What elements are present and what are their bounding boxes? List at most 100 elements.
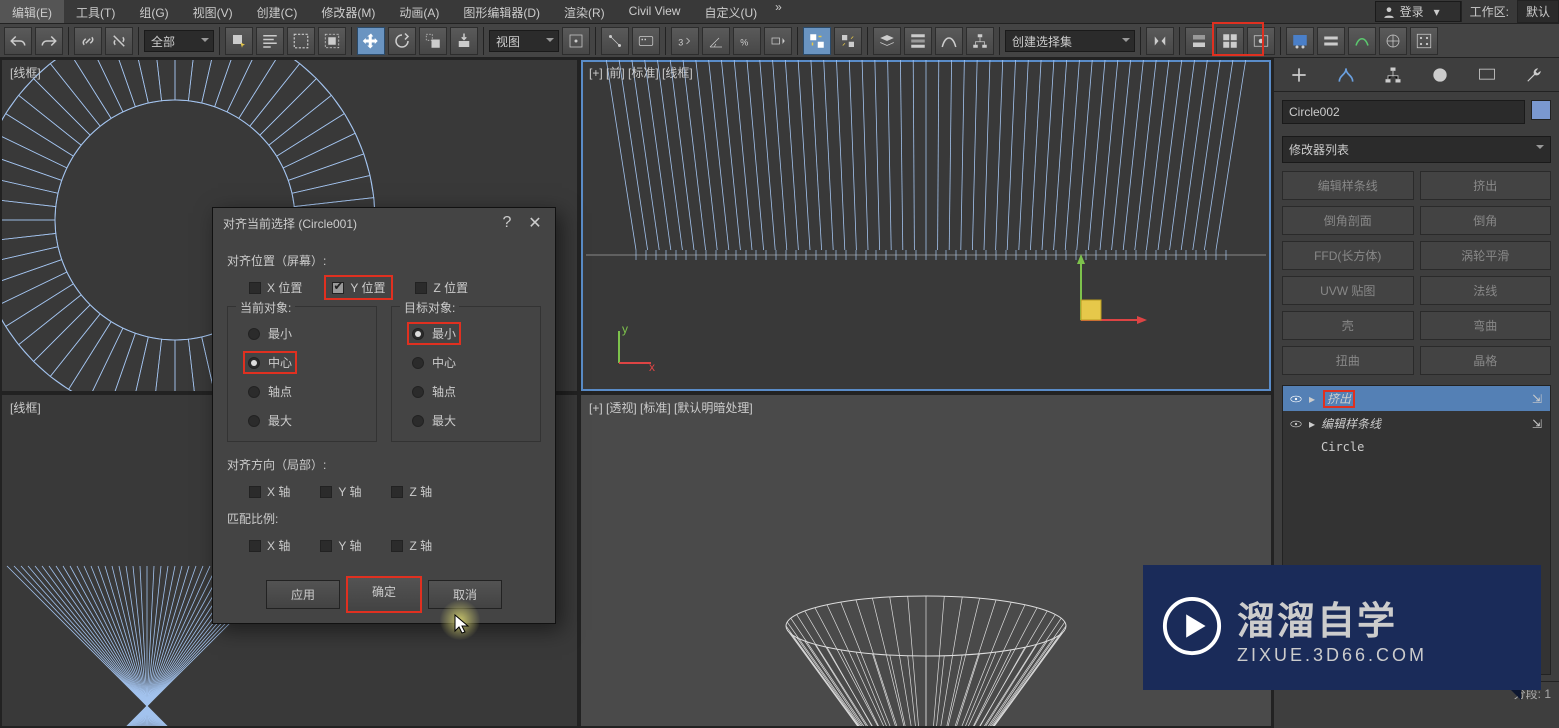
close-button[interactable]: ✕ — [521, 210, 549, 236]
mirror-icon[interactable] — [1146, 27, 1174, 55]
render-frame-icon[interactable] — [1247, 27, 1275, 55]
x-axis-checkbox[interactable]: X 轴 — [249, 483, 290, 500]
menu-graph[interactable]: 图形编辑器(D) — [451, 0, 552, 23]
menu-more-icon[interactable]: » — [769, 0, 788, 23]
menu-edit[interactable]: 编辑(E) — [0, 0, 64, 23]
layer-explorer-icon[interactable] — [873, 27, 901, 55]
mod-btn-chamferprof[interactable]: 倒角剖面 — [1282, 206, 1414, 235]
snap-angle-icon[interactable] — [702, 27, 730, 55]
mod-btn-normal[interactable]: 法线 — [1420, 276, 1552, 305]
eye-icon[interactable] — [1289, 417, 1303, 431]
render-last-icon[interactable] — [1410, 27, 1438, 55]
undo-icon[interactable] — [4, 27, 32, 55]
align-icon[interactable] — [803, 27, 831, 55]
stack-item-editspline[interactable]: ▸ 编辑样条线 ⇲ — [1283, 411, 1550, 436]
login-button[interactable]: 登录 ▾ — [1375, 1, 1461, 22]
mod-btn-bend[interactable]: 弯曲 — [1420, 311, 1552, 340]
modifier-list-dropdown[interactable]: 修改器列表 — [1282, 136, 1551, 163]
select-window-icon[interactable] — [318, 27, 346, 55]
render-prod-icon[interactable] — [1286, 27, 1314, 55]
unlink-icon[interactable] — [105, 27, 133, 55]
target-max-radio[interactable]: 最大 — [412, 412, 530, 429]
snap-spinner-icon[interactable] — [764, 27, 792, 55]
motion-tab-icon[interactable] — [1428, 63, 1452, 87]
object-color-swatch[interactable] — [1531, 100, 1551, 120]
viewport-front[interactable]: [+] [前] [标准] [线框] y x — [581, 60, 1271, 391]
current-center-radio[interactable]: 中心 — [248, 354, 366, 371]
menu-modifier[interactable]: 修改器(M) — [309, 0, 387, 23]
y-position-checkbox[interactable]: Y 位置 — [324, 275, 393, 300]
scale-x-checkbox[interactable]: X 轴 — [249, 537, 290, 554]
create-tab-icon[interactable] — [1287, 63, 1311, 87]
help-button[interactable]: ? — [493, 211, 521, 235]
stack-item-circle[interactable]: Circle — [1283, 436, 1550, 458]
mod-btn-lattice[interactable]: 晶格 — [1420, 346, 1552, 375]
menu-create[interactable]: 创建(C) — [245, 0, 310, 23]
select-rect-icon[interactable] — [287, 27, 315, 55]
select-object-icon[interactable] — [225, 27, 253, 55]
menu-civil[interactable]: Civil View — [617, 0, 693, 23]
selection-filter-combo[interactable]: 全部 — [144, 30, 214, 52]
current-min-radio[interactable]: 最小 — [248, 325, 366, 342]
pivot-center-icon[interactable] — [562, 27, 590, 55]
curve-editor-icon[interactable] — [935, 27, 963, 55]
link-icon[interactable] — [74, 27, 102, 55]
mod-btn-uvwmap[interactable]: UVW 贴图 — [1282, 276, 1414, 305]
cancel-button[interactable]: 取消 — [428, 580, 502, 609]
scale-y-checkbox[interactable]: Y 轴 — [320, 537, 361, 554]
menu-anim[interactable]: 动画(A) — [387, 0, 451, 23]
workspace-selector[interactable]: 默认 — [1517, 0, 1559, 23]
ok-button[interactable]: 确定 — [346, 576, 422, 613]
keyboard-shortcut-icon[interactable] — [632, 27, 660, 55]
snap-percent-icon[interactable]: % — [733, 27, 761, 55]
material-editor-icon[interactable] — [1185, 27, 1213, 55]
menu-render[interactable]: 渲染(R) — [552, 0, 617, 23]
select-name-icon[interactable] — [256, 27, 284, 55]
mod-btn-shell[interactable]: 壳 — [1282, 311, 1414, 340]
mod-btn-chamfer[interactable]: 倒角 — [1420, 206, 1552, 235]
y-axis-checkbox[interactable]: Y 轴 — [320, 483, 361, 500]
current-max-radio[interactable]: 最大 — [248, 412, 366, 429]
mod-btn-editspline[interactable]: 编辑样条线 — [1282, 171, 1414, 200]
menu-group[interactable]: 组(G) — [127, 0, 180, 23]
move-icon[interactable] — [357, 27, 385, 55]
z-position-checkbox[interactable]: Z 位置 — [415, 279, 468, 296]
menu-tool[interactable]: 工具(T) — [64, 0, 127, 23]
display-tab-icon[interactable] — [1475, 63, 1499, 87]
manipulate-icon[interactable] — [601, 27, 629, 55]
target-min-radio[interactable]: 最小 — [412, 325, 530, 342]
menu-view[interactable]: 视图(V) — [181, 0, 245, 23]
pin-icon[interactable]: ⇲ — [1532, 417, 1544, 431]
current-pivot-radio[interactable]: 轴点 — [248, 383, 366, 400]
eye-icon[interactable] — [1289, 392, 1303, 406]
render-setup-icon[interactable] — [1216, 27, 1244, 55]
x-position-checkbox[interactable]: X 位置 — [249, 279, 302, 296]
redo-icon[interactable] — [35, 27, 63, 55]
mod-btn-twist[interactable]: 扭曲 — [1282, 346, 1414, 375]
expand-icon[interactable]: ▸ — [1307, 392, 1317, 406]
menu-custom[interactable]: 自定义(U) — [692, 0, 769, 23]
apply-button[interactable]: 应用 — [266, 580, 340, 609]
object-name-field[interactable]: Circle002 — [1282, 100, 1525, 124]
ref-coord-combo[interactable]: 视图 — [489, 30, 559, 52]
rotate-icon[interactable] — [388, 27, 416, 55]
named-selection-combo[interactable]: 创建选择集 — [1005, 30, 1135, 52]
modify-tab-icon[interactable] — [1334, 63, 1358, 87]
quick-align-icon[interactable] — [834, 27, 862, 55]
target-pivot-radio[interactable]: 轴点 — [412, 383, 530, 400]
stack-item-extrude[interactable]: ▸ 挤出 ⇲ — [1283, 386, 1550, 411]
placement-icon[interactable] — [450, 27, 478, 55]
expand-icon[interactable]: ▸ — [1307, 417, 1317, 431]
mod-btn-ffd[interactable]: FFD(长方体) — [1282, 241, 1414, 270]
snap-move-icon[interactable]: 3 — [671, 27, 699, 55]
scale-z-checkbox[interactable]: Z 轴 — [391, 537, 432, 554]
target-center-radio[interactable]: 中心 — [412, 354, 530, 371]
pin-icon[interactable]: ⇲ — [1532, 392, 1544, 406]
hierarchy-tab-icon[interactable] — [1381, 63, 1405, 87]
scale-icon[interactable] — [419, 27, 447, 55]
utilities-tab-icon[interactable] — [1522, 63, 1546, 87]
schematic-view-icon[interactable] — [966, 27, 994, 55]
render-online-icon[interactable] — [1379, 27, 1407, 55]
render-iter-icon[interactable] — [1317, 27, 1345, 55]
toggle-ribbon-icon[interactable] — [904, 27, 932, 55]
